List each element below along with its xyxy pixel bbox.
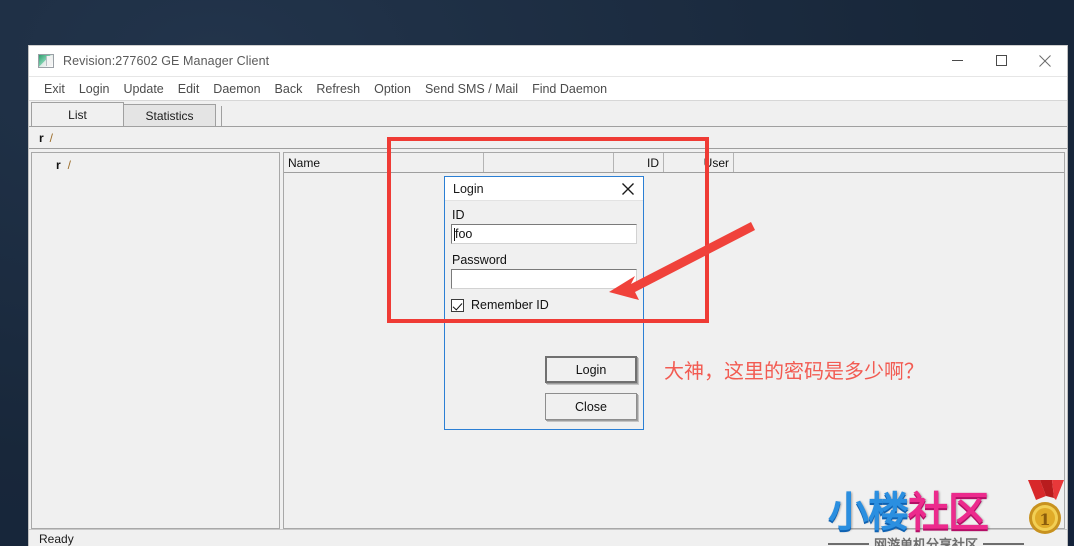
watermark-part1: 小楼 xyxy=(828,488,909,536)
login-dialog-content: ID foo Password Remember ID xyxy=(445,201,643,312)
remember-id-checkbox[interactable] xyxy=(451,298,464,312)
id-input-value: foo xyxy=(455,227,473,241)
close-button[interactable]: Close xyxy=(545,393,637,420)
menu-item-back[interactable]: Back xyxy=(268,80,310,98)
close-icon[interactable] xyxy=(617,179,639,199)
menu-item-daemon[interactable]: Daemon xyxy=(206,80,267,98)
password-input[interactable] xyxy=(451,269,637,289)
medal-icon: 1 xyxy=(1028,480,1064,534)
login-dialog-title: Login xyxy=(453,181,484,196)
watermark-part2: 社区 xyxy=(908,488,989,536)
menu-item-login[interactable]: Login xyxy=(72,80,117,98)
remember-id-label: Remember ID xyxy=(471,298,549,312)
menu-item-send-sms-mail[interactable]: Send SMS / Mail xyxy=(418,80,525,98)
login-button[interactable]: Login xyxy=(545,356,637,383)
svg-text:1: 1 xyxy=(1039,510,1050,529)
tree-item-label: r xyxy=(56,158,61,172)
login-dialog-title-bar: Login xyxy=(445,177,643,201)
breadcrumb-root[interactable]: r xyxy=(39,131,44,145)
menu-bar: Exit Login Update Edit Daemon Back Refre… xyxy=(29,77,1067,101)
tree-item-root[interactable]: r / xyxy=(32,153,279,172)
menu-item-exit[interactable]: Exit xyxy=(37,80,72,98)
tab-list[interactable]: List xyxy=(31,102,124,126)
column-header-filler xyxy=(734,153,1064,172)
menu-item-update[interactable]: Update xyxy=(116,80,170,98)
breadcrumb: r / xyxy=(29,127,1067,149)
window-title: Revision:277602 GE Manager Client xyxy=(63,53,270,68)
login-dialog-buttons: Login Close xyxy=(445,356,643,429)
list-body[interactable] xyxy=(284,173,1064,528)
tree-panel: r / xyxy=(31,152,280,529)
watermark-title: 小楼 社区 xyxy=(828,478,1024,538)
column-header-user[interactable]: User xyxy=(664,153,734,172)
tree-item-separator: / xyxy=(67,158,72,172)
menu-item-option[interactable]: Option xyxy=(367,80,418,98)
breadcrumb-separator: / xyxy=(49,130,54,145)
tab-strip: List Statistics xyxy=(29,101,1067,127)
minimize-icon[interactable] xyxy=(935,45,979,76)
menu-item-refresh[interactable]: Refresh xyxy=(309,80,367,98)
window-title-bar: Revision:277602 GE Manager Client xyxy=(29,45,1067,77)
id-field-label: ID xyxy=(452,208,465,222)
maximize-icon[interactable] xyxy=(979,45,1023,76)
tab-strip-divider xyxy=(221,106,222,126)
column-header-name[interactable]: Name xyxy=(284,153,484,172)
tab-statistics[interactable]: Statistics xyxy=(123,104,216,126)
status-bar-text: Ready xyxy=(39,531,74,546)
image-thumbnail-icon xyxy=(38,53,54,68)
close-icon[interactable] xyxy=(1023,45,1067,76)
annotation-note-text: 大神，这里的密码是多少啊？ xyxy=(664,359,924,383)
list-panel: Name ID User xyxy=(283,152,1065,529)
title-bar-accent xyxy=(29,45,1067,46)
menu-item-edit[interactable]: Edit xyxy=(171,80,207,98)
password-field-label: Password xyxy=(452,253,507,267)
login-dialog: Login ID foo Password Remember ID Login … xyxy=(444,176,644,430)
watermark-rule-right xyxy=(983,542,1025,545)
menu-item-find-daemon[interactable]: Find Daemon xyxy=(525,80,614,98)
window-controls xyxy=(935,45,1067,76)
watermark: 小楼 社区 网游单机分享社区 1 xyxy=(828,478,1064,546)
remember-id-row[interactable]: Remember ID xyxy=(451,298,637,312)
watermark-rule-left xyxy=(828,542,869,545)
column-header-id[interactable]: ID xyxy=(614,153,664,172)
list-column-header: Name ID User xyxy=(284,153,1064,173)
id-input[interactable]: foo xyxy=(451,224,637,244)
column-header-blank[interactable] xyxy=(484,153,614,172)
watermark-subtitle: 网游单机分享社区 xyxy=(874,538,979,546)
